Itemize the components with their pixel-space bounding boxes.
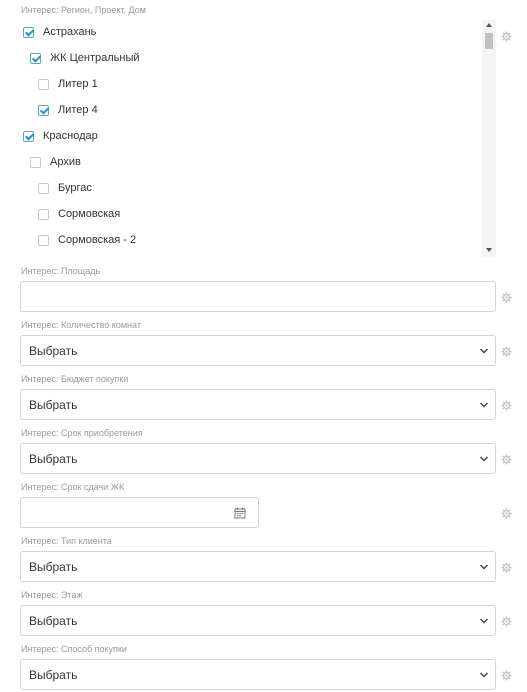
- payment-method-settings-gear-icon[interactable]: [501, 670, 512, 681]
- checkbox[interactable]: [38, 182, 49, 194]
- tree-item-sormovskaya[interactable]: Сормовская: [38, 206, 120, 222]
- tree-item-label: Краснодар: [43, 130, 98, 142]
- delivery-date-settings-gear-icon[interactable]: [501, 508, 512, 519]
- chevron-down-icon: [479, 346, 489, 356]
- client-type-settings-gear-icon[interactable]: [501, 562, 512, 573]
- rooms-field-label: Интерес: Количество комнат: [21, 320, 141, 330]
- tree-item-label: ЖК Центральный: [50, 52, 140, 64]
- purchase-term-field-label: Интерес: Срок приобретения: [21, 428, 143, 438]
- chevron-down-icon: [479, 670, 489, 680]
- calendar-icon[interactable]: [234, 507, 246, 519]
- tree-item-label: Литер 1: [58, 78, 98, 90]
- chevron-down-icon: [479, 616, 489, 626]
- tree-scrollbar[interactable]: [482, 20, 496, 257]
- checkbox[interactable]: [30, 156, 41, 168]
- area-settings-gear-icon[interactable]: [501, 292, 512, 303]
- tree-item-burgas[interactable]: Бургас: [38, 180, 92, 196]
- region-tree: Астрахань ЖК Центральный Литер 1 Литер 4…: [21, 20, 496, 257]
- payment-method-field-label: Интерес: Способ покупки: [21, 644, 127, 654]
- tree-item-label: Литер 4: [58, 104, 98, 116]
- tree-item-label: Сормовская: [58, 208, 121, 220]
- checkbox[interactable]: [23, 130, 34, 142]
- rooms-select-value: Выбрать: [29, 343, 78, 358]
- tree-item-label: Сормовская - 2: [58, 234, 137, 246]
- tree-item-liter-1[interactable]: Литер 1: [38, 76, 98, 92]
- checkbox[interactable]: [30, 52, 41, 64]
- tree-item-sormovskaya-2[interactable]: Сормовская - 2: [38, 232, 136, 248]
- payment-method-select-value: Выбрать: [29, 667, 78, 682]
- tree-item-label: Бургас: [58, 182, 92, 194]
- region-settings-gear-icon[interactable]: [501, 31, 512, 42]
- tree-item-liter-4[interactable]: Литер 4: [38, 102, 98, 118]
- tree-item-archive[interactable]: Архив: [30, 154, 81, 170]
- floor-settings-gear-icon[interactable]: [501, 616, 512, 627]
- tree-item-label: Астрахань: [43, 26, 97, 38]
- rooms-select[interactable]: Выбрать: [20, 335, 496, 366]
- area-input[interactable]: [20, 281, 496, 312]
- checkbox[interactable]: [38, 208, 49, 220]
- checkbox[interactable]: [38, 104, 49, 116]
- checkbox[interactable]: [38, 234, 49, 246]
- checkbox[interactable]: [38, 78, 49, 90]
- delivery-date-input[interactable]: [20, 497, 259, 528]
- budget-field-label: Интерес: Бюджет покупки: [21, 374, 129, 384]
- purchase-term-select[interactable]: Выбрать: [20, 443, 496, 474]
- chevron-down-icon: [479, 400, 489, 410]
- region-field-label: Интерес: Регион, Проект, Дом: [21, 5, 146, 15]
- client-type-select[interactable]: Выбрать: [20, 551, 496, 582]
- chevron-down-icon: [479, 562, 489, 572]
- floor-field-label: Интерес: Этаж: [21, 590, 83, 600]
- budget-settings-gear-icon[interactable]: [501, 400, 512, 411]
- tree-item-krasnodar[interactable]: Краснодар: [23, 128, 98, 144]
- rooms-settings-gear-icon[interactable]: [501, 346, 512, 357]
- client-type-select-value: Выбрать: [29, 559, 78, 574]
- tree-item-astrakhan[interactable]: Астрахань: [23, 24, 96, 40]
- delivery-date-field-label: Интерес: Срок сдачи ЖК: [21, 482, 125, 492]
- client-type-field-label: Интерес: Тип клиента: [21, 536, 112, 546]
- scroll-up-arrow-icon[interactable]: [486, 23, 492, 27]
- chevron-down-icon: [479, 454, 489, 464]
- scroll-thumb[interactable]: [485, 33, 493, 49]
- area-field-label: Интерес: Площадь: [21, 266, 101, 276]
- checkbox[interactable]: [23, 26, 34, 38]
- purchase-term-select-value: Выбрать: [29, 451, 78, 466]
- budget-select-value: Выбрать: [29, 397, 78, 412]
- tree-item-zhk-centralny[interactable]: ЖК Центральный: [30, 50, 140, 66]
- budget-select[interactable]: Выбрать: [20, 389, 496, 420]
- purchase-term-settings-gear-icon[interactable]: [501, 454, 512, 465]
- payment-method-select[interactable]: Выбрать: [20, 659, 496, 690]
- scroll-down-arrow-icon[interactable]: [486, 248, 492, 252]
- floor-select-value: Выбрать: [29, 613, 78, 628]
- floor-select[interactable]: Выбрать: [20, 605, 496, 636]
- tree-item-label: Архив: [50, 156, 81, 168]
